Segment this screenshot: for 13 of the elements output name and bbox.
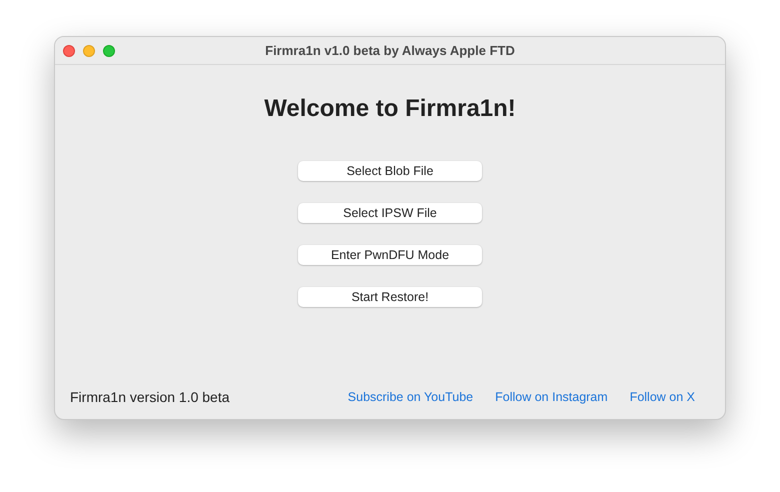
welcome-heading: Welcome to Firmra1n!: [264, 95, 516, 123]
action-button[interactable]: Start Restore!: [298, 287, 482, 307]
version-label: Firmra1n version 1.0 beta: [70, 389, 230, 405]
action-button[interactable]: Select IPSW File: [298, 203, 482, 223]
close-button[interactable]: [63, 44, 75, 56]
zoom-button[interactable]: [103, 44, 115, 56]
social-link[interactable]: Follow on X: [630, 390, 695, 404]
action-button[interactable]: Select Blob File: [298, 161, 482, 181]
social-link[interactable]: Follow on Instagram: [495, 390, 608, 404]
social-link[interactable]: Subscribe on YouTube: [348, 390, 474, 404]
action-button[interactable]: Enter PwnDFU Mode: [298, 245, 482, 265]
window-title: Firmra1n v1.0 beta by Always Apple FTD: [264, 43, 516, 58]
minimize-button[interactable]: [83, 44, 95, 56]
